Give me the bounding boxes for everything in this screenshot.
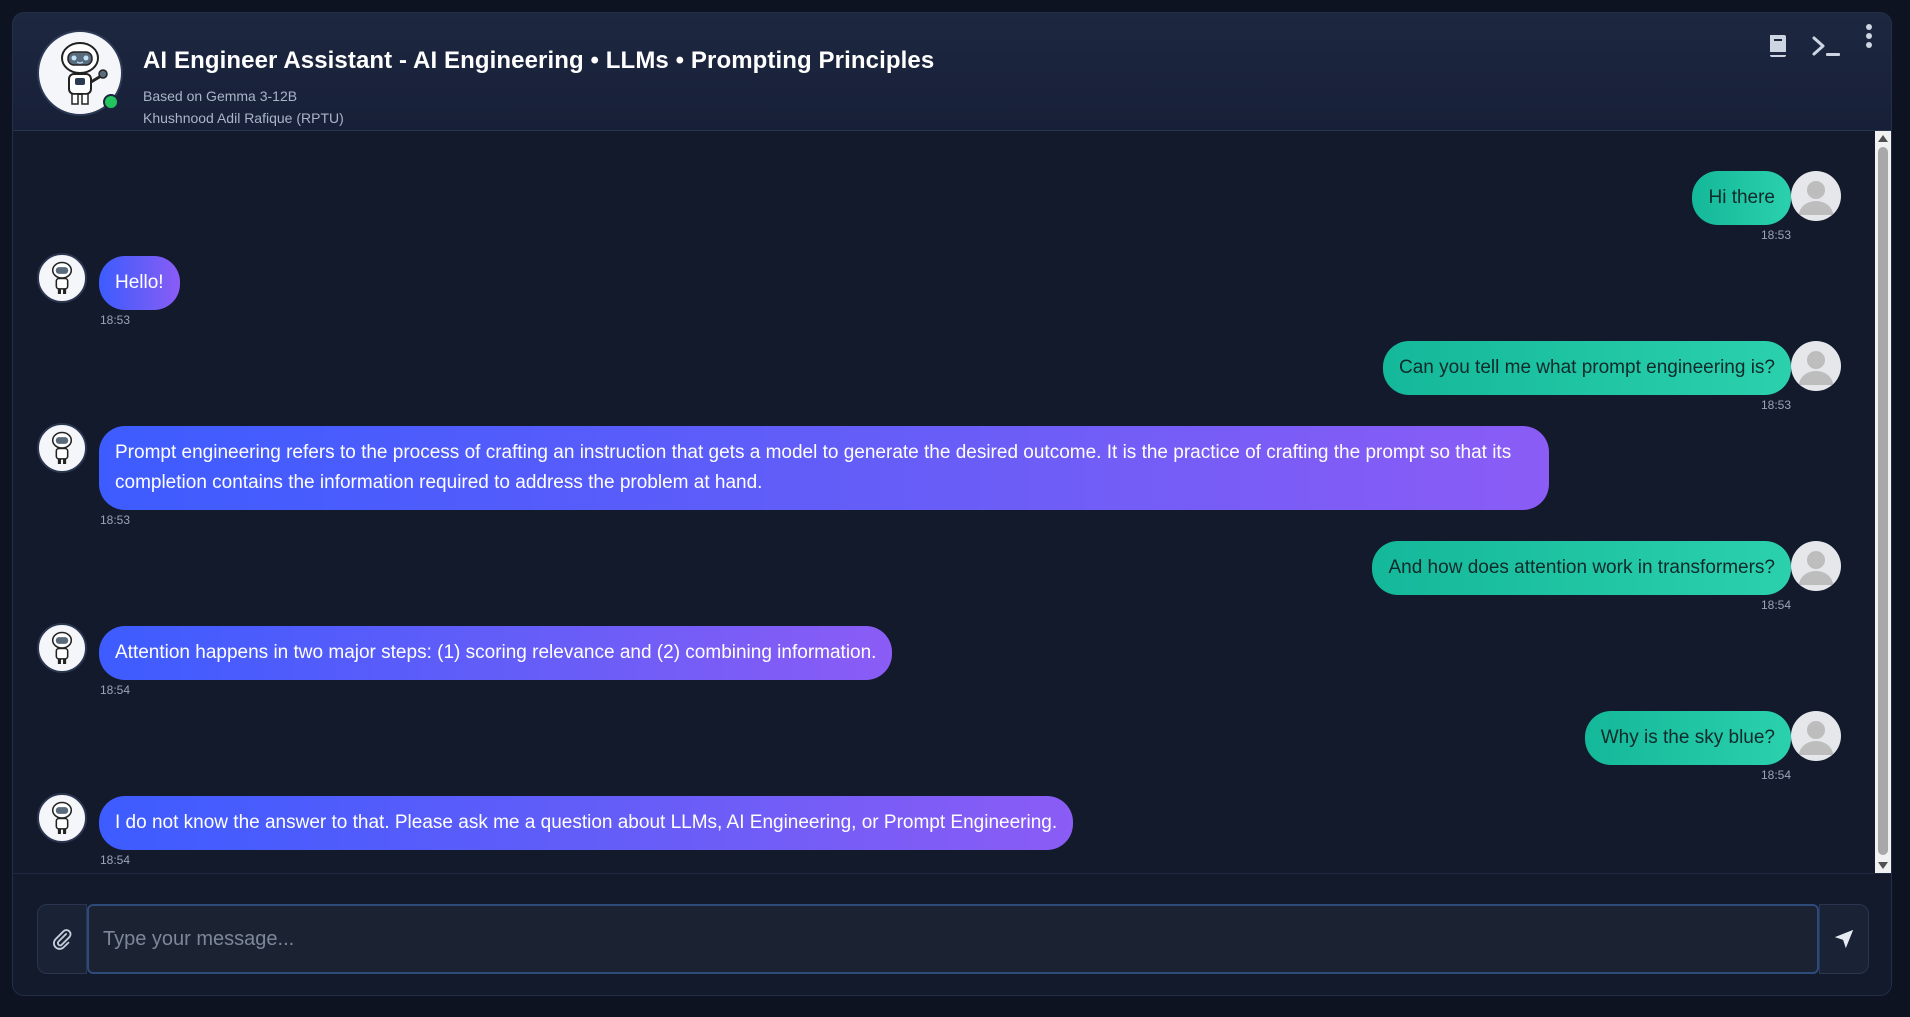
assistant-avatar-small: [37, 623, 87, 673]
composer: [13, 873, 1891, 995]
robot-icon: [51, 261, 73, 294]
user-message-text: Why is the sky blue?: [1584, 711, 1791, 765]
attach-button[interactable]: [37, 904, 87, 974]
assistant-message-text: I do not know the answer to that. Please…: [99, 796, 1074, 850]
user-avatar: [1791, 711, 1841, 761]
user-message-text: And how does attention work in transform…: [1372, 541, 1791, 595]
message-timestamp: 18:54: [100, 853, 131, 867]
user-avatar: [1791, 541, 1841, 591]
message-timestamp: 18:53: [1760, 228, 1791, 242]
assistant-avatar-small: [37, 423, 87, 473]
chat-scrollbar[interactable]: [1875, 131, 1891, 873]
assistant-message-text: Hello!: [99, 256, 180, 310]
scroll-up-arrow-icon[interactable]: [1878, 135, 1888, 142]
paperclip-icon: [53, 929, 72, 950]
online-status-dot: [103, 94, 119, 110]
scroll-thumb[interactable]: [1878, 147, 1888, 855]
robot-icon: [51, 631, 73, 664]
assistant-avatar-small: [37, 793, 87, 843]
user-message: Can you tell me what prompt engineering …: [1383, 341, 1791, 395]
message-timestamp: 18:54: [1760, 598, 1791, 612]
chat-window: AI Engineer Assistant - AI Engineering •…: [12, 12, 1892, 996]
user-message: Why is the sky blue?: [1584, 711, 1791, 765]
assistant-message: I do not know the answer to that. Please…: [99, 796, 1074, 850]
assistant-message: Prompt engineering refers to the process…: [99, 426, 1549, 510]
chat-header: AI Engineer Assistant - AI Engineering •…: [13, 13, 1891, 131]
assistant-message: Hello!: [99, 256, 180, 310]
scroll-down-arrow-icon[interactable]: [1878, 862, 1888, 869]
message-timestamp: 18:53: [1760, 398, 1791, 412]
user-icon: [1799, 721, 1833, 755]
robot-icon: [51, 431, 73, 464]
model-label: Based on Gemma 3-12B: [143, 88, 298, 104]
page-title: AI Engineer Assistant - AI Engineering •…: [143, 47, 935, 74]
message-timestamp: 18:54: [100, 683, 131, 697]
user-message: Hi there: [1692, 171, 1791, 225]
user-icon: [1799, 551, 1833, 585]
message-list[interactable]: Hi there 18:53 Hello! 18:53 Can you tell…: [13, 131, 1877, 873]
message-input[interactable]: [87, 904, 1819, 974]
robot-icon: [61, 42, 108, 105]
message-timestamp: 18:54: [1760, 768, 1791, 782]
assistant-message-text: Prompt engineering refers to the process…: [99, 426, 1549, 510]
book-icon[interactable]: [1767, 33, 1789, 59]
assistant-message-text: Attention happens in two major steps: (1…: [99, 626, 893, 680]
user-message-text: Can you tell me what prompt engineering …: [1383, 341, 1791, 395]
terminal-icon[interactable]: [1811, 34, 1843, 58]
user-message: And how does attention work in transform…: [1372, 541, 1791, 595]
assistant-message: Attention happens in two major steps: (1…: [99, 626, 893, 680]
robot-icon: [51, 801, 73, 834]
user-message-text: Hi there: [1692, 171, 1791, 225]
user-icon: [1799, 181, 1833, 215]
user-avatar: [1791, 341, 1841, 391]
author-label: Khushnood Adil Rafique (RPTU): [143, 110, 344, 126]
send-icon: [1834, 929, 1854, 949]
more-vertical-icon[interactable]: [1865, 23, 1873, 49]
assistant-avatar: [37, 30, 123, 116]
message-timestamp: 18:53: [100, 513, 131, 527]
message-timestamp: 18:53: [100, 313, 131, 327]
send-button[interactable]: [1819, 904, 1869, 974]
user-icon: [1799, 351, 1833, 385]
assistant-avatar-small: [37, 253, 87, 303]
user-avatar: [1791, 171, 1841, 221]
